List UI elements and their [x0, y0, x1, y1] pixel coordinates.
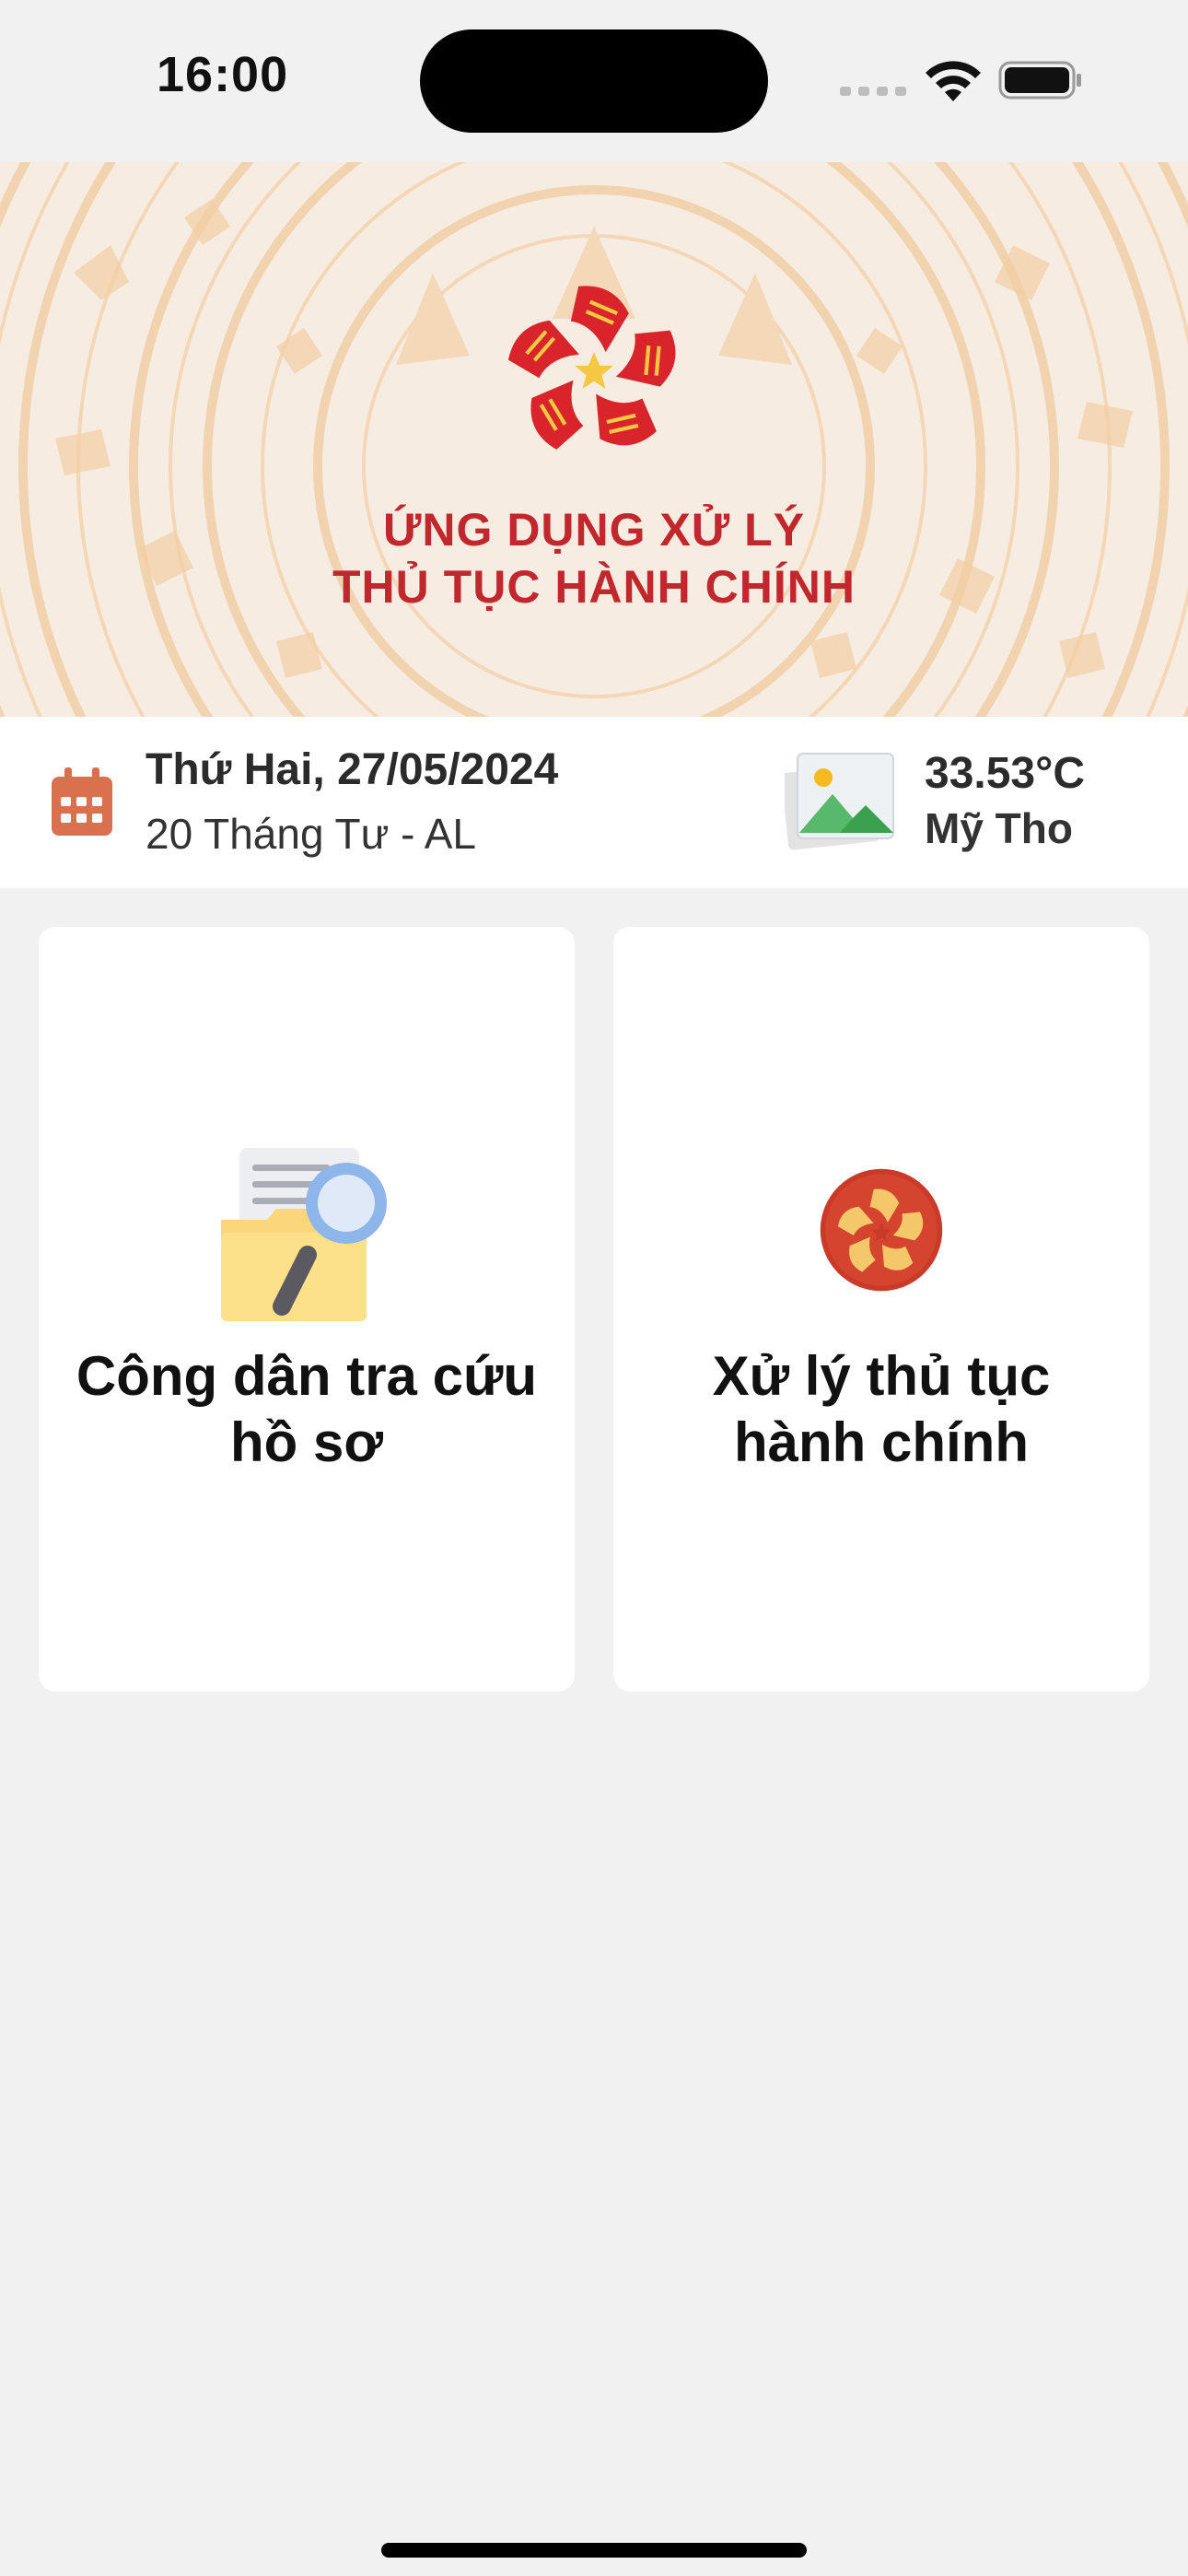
- date-weather-bar: Thứ Hai, 27/05/2024 20 Tháng Tư - AL 33.…: [0, 717, 1188, 888]
- wifi-icon: [926, 61, 981, 101]
- app-title-line1: ỨNG DỤNG XỬ LÝ: [382, 504, 806, 556]
- emblem-icon: [820, 1168, 943, 1292]
- dynamic-island: [420, 29, 768, 133]
- lunar-date: 20 Tháng Tư - AL: [146, 810, 476, 858]
- city-name: Mỹ Tho: [925, 804, 1073, 852]
- citizen-lookup-label-line1: Công dân tra cứu: [76, 1345, 538, 1407]
- admin-procedure-label-line2: hành chính: [734, 1411, 1029, 1473]
- calendar-icon: [52, 767, 112, 836]
- admin-procedure-card[interactable]: Xử lý thủ tục hành chính: [613, 927, 1149, 1692]
- admin-procedure-label-line1: Xử lý thủ tục: [712, 1345, 1051, 1407]
- temperature: 33.53°C: [925, 749, 1085, 798]
- home-indicator[interactable]: [381, 2543, 807, 2558]
- status-time: 16:00: [157, 47, 289, 102]
- battery-icon: [998, 61, 1081, 100]
- cellular-signal-icon: [840, 87, 906, 96]
- citizen-lookup-card[interactable]: Công dân tra cứu hồ sơ: [39, 927, 575, 1692]
- current-date: Thứ Hai, 27/05/2024: [146, 745, 559, 794]
- emblem-logo-icon: [497, 286, 691, 464]
- citizen-lookup-label-line2: hồ sơ: [230, 1411, 383, 1473]
- folder-search-icon: [221, 1148, 387, 1321]
- image-placeholder-icon: [785, 753, 894, 850]
- app-title-line2: THỦ TỤC HÀNH CHÍNH: [332, 561, 856, 613]
- status-bar: 16:00: [0, 0, 1188, 162]
- header-banner: ỨNG DỤNG XỬ LÝ THỦ TỤC HÀNH CHÍNH: [0, 162, 1188, 717]
